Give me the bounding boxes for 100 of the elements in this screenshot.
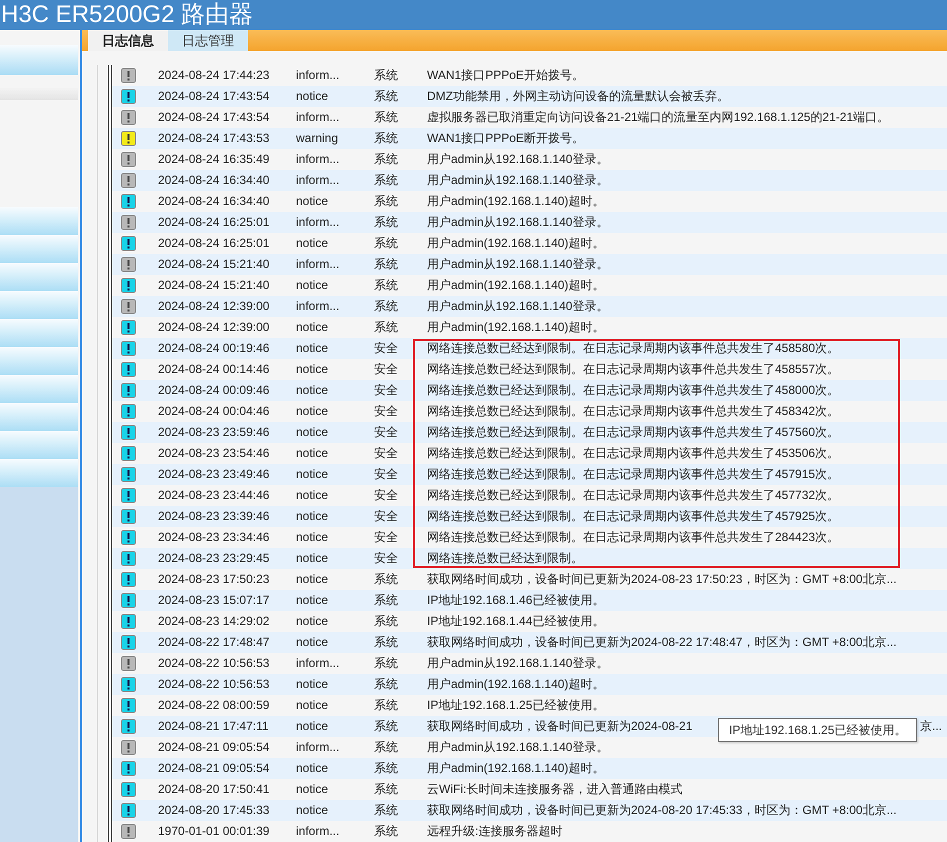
tab[interactable]: 日志信息 [88, 30, 168, 51]
window-title: H3C ER5200G2 路由器 [1, 1, 254, 29]
log-time: 2024-08-24 15:21:40 [158, 256, 270, 273]
log-level: notice [296, 802, 330, 819]
log-category: 系统 [374, 193, 399, 210]
sidebar-item[interactable] [0, 347, 78, 375]
log-category: 系统 [374, 235, 399, 252]
log-message: 京... [920, 718, 942, 735]
log-time: 2024-08-23 23:29:45 [158, 550, 270, 567]
sidebar-item[interactable] [0, 263, 78, 291]
log-message: 用户admin从192.168.1.140登录。 [427, 739, 608, 756]
log-time: 2024-08-23 23:54:46 [158, 445, 270, 462]
log-level: notice [296, 403, 330, 420]
log-category: 安全 [374, 508, 399, 525]
log-message: 用户admin(192.168.1.140)超时。 [427, 319, 604, 336]
alert-icon [121, 425, 136, 440]
log-level: inform... [296, 298, 340, 315]
log-category: 系统 [374, 214, 399, 231]
alert-icon [121, 383, 136, 398]
log-time: 2024-08-24 16:34:40 [158, 193, 270, 210]
log-level: inform... [296, 67, 340, 84]
log-message: 获取网络时间成功，设备时间已更新为2024-08-21 [427, 718, 692, 735]
alert-icon [121, 299, 136, 314]
log-time: 2024-08-23 17:50:23 [158, 571, 270, 588]
log-message: 用户admin从192.168.1.140登录。 [427, 655, 608, 672]
log-level: notice [296, 571, 330, 588]
log-message: DMZ功能禁用，外网主动访问设备的流量默认会被丢弃。 [427, 88, 729, 105]
log-time: 2024-08-24 17:43:54 [158, 109, 270, 126]
alert-icon [121, 404, 136, 419]
log-message: WAN1接口PPPoE开始拨号。 [427, 67, 584, 84]
alert-icon [121, 257, 136, 272]
log-level: notice [296, 382, 330, 399]
alert-icon [121, 236, 136, 251]
log-time: 2024-08-21 09:05:54 [158, 739, 270, 756]
alert-icon [121, 278, 136, 293]
sidebar-item[interactable] [0, 319, 78, 347]
log-message: 网络连接总数已经达到限制。在日志记录周期内该事件总共发生了457925次。 [427, 508, 840, 525]
alert-icon [121, 173, 136, 188]
log-time: 2024-08-24 17:44:23 [158, 67, 270, 84]
log-level: notice [296, 760, 330, 777]
log-category: 系统 [374, 718, 399, 735]
log-time: 2024-08-20 17:45:33 [158, 802, 270, 819]
log-category: 安全 [374, 529, 399, 546]
log-time: 2024-08-23 23:44:46 [158, 487, 270, 504]
sidebar-item[interactable] [0, 291, 78, 319]
sidebar-item[interactable] [0, 459, 78, 487]
alert-icon [121, 761, 136, 776]
log-level: inform... [296, 151, 340, 168]
log-message: 网络连接总数已经达到限制。在日志记录周期内该事件总共发生了457560次。 [427, 424, 840, 441]
sidebar-item[interactable] [0, 235, 78, 263]
log-level: notice [296, 634, 330, 651]
log-level: notice [296, 193, 330, 210]
log-time: 2024-08-24 16:35:49 [158, 151, 270, 168]
log-time: 2024-08-23 23:49:46 [158, 466, 270, 483]
log-message: 获取网络时间成功，设备时间已更新为2024-08-20 17:45:33，时区为：GMT +8:00北京... [427, 802, 897, 819]
log-time: 2024-08-24 16:25:01 [158, 214, 270, 231]
log-level: notice [296, 445, 330, 462]
log-time: 2024-08-24 00:09:46 [158, 382, 270, 399]
log-message: 云WiFi:长时间未连接服务器，进入普通路由模式 [427, 781, 682, 798]
log-category: 安全 [374, 361, 399, 378]
alert-icon [121, 362, 136, 377]
log-category: 安全 [374, 403, 399, 420]
log-message: WAN1接口PPPoE断开拨号。 [427, 130, 584, 147]
log-category: 系统 [374, 676, 399, 693]
log-message: 用户admin从192.168.1.140登录。 [427, 298, 608, 315]
log-category: 系统 [374, 697, 399, 714]
log-time: 2024-08-22 10:56:53 [158, 655, 270, 672]
log-message: 网络连接总数已经达到限制。 [427, 550, 583, 567]
log-level: inform... [296, 214, 340, 231]
log-time: 2024-08-24 12:39:00 [158, 298, 270, 315]
log-message: 用户admin从192.168.1.140登录。 [427, 256, 608, 273]
log-message: 用户admin(192.168.1.140)超时。 [427, 676, 604, 693]
log-category: 系统 [374, 172, 399, 189]
sidebar-item[interactable] [0, 403, 78, 431]
log-message: 网络连接总数已经达到限制。在日志记录周期内该事件总共发生了284423次。 [427, 529, 840, 546]
alert-icon [121, 467, 136, 482]
log-category: 安全 [374, 487, 399, 504]
log-category: 系统 [374, 109, 399, 126]
alert-icon [121, 551, 136, 566]
alert-icon [121, 719, 136, 734]
log-level: notice [296, 319, 330, 336]
log-message: 用户admin从192.168.1.140登录。 [427, 172, 608, 189]
tab[interactable]: 日志管理 [168, 30, 248, 51]
alert-icon [121, 614, 136, 629]
log-message: 网络连接总数已经达到限制。在日志记录周期内该事件总共发生了458580次。 [427, 340, 840, 357]
log-time: 2024-08-23 15:07:17 [158, 592, 270, 609]
sidebar-item[interactable] [0, 431, 78, 459]
log-category: 系统 [374, 277, 399, 294]
log-message: 用户admin(192.168.1.140)超时。 [427, 235, 604, 252]
log-category: 系统 [374, 760, 399, 777]
log-message: 用户admin(192.168.1.140)超时。 [427, 760, 604, 777]
sidebar-item[interactable] [0, 375, 78, 403]
log-level: warning [296, 130, 340, 147]
log-time: 2024-08-24 12:39:00 [158, 319, 270, 336]
sidebar-item[interactable] [0, 45, 78, 75]
log-level: notice [296, 88, 330, 105]
alert-icon [121, 803, 136, 818]
log-category: 系统 [374, 88, 399, 105]
log-category: 系统 [374, 298, 399, 315]
sidebar-item[interactable] [0, 207, 78, 235]
